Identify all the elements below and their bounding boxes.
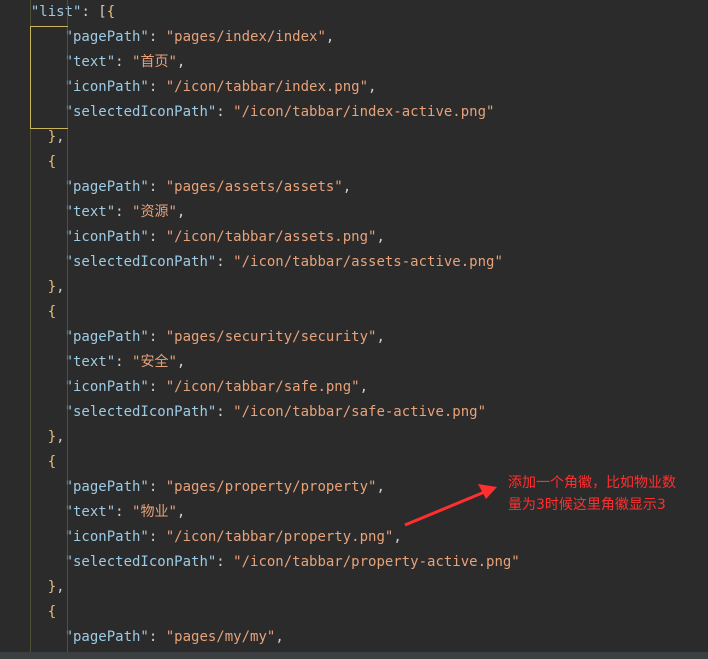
annotation-arrow — [404, 484, 497, 527]
horizontal-scrollbar[interactable] — [0, 652, 708, 659]
annotation-note: 添加一个角徽，比如物业数量为3时候这里角徽显示3 — [508, 475, 676, 513]
